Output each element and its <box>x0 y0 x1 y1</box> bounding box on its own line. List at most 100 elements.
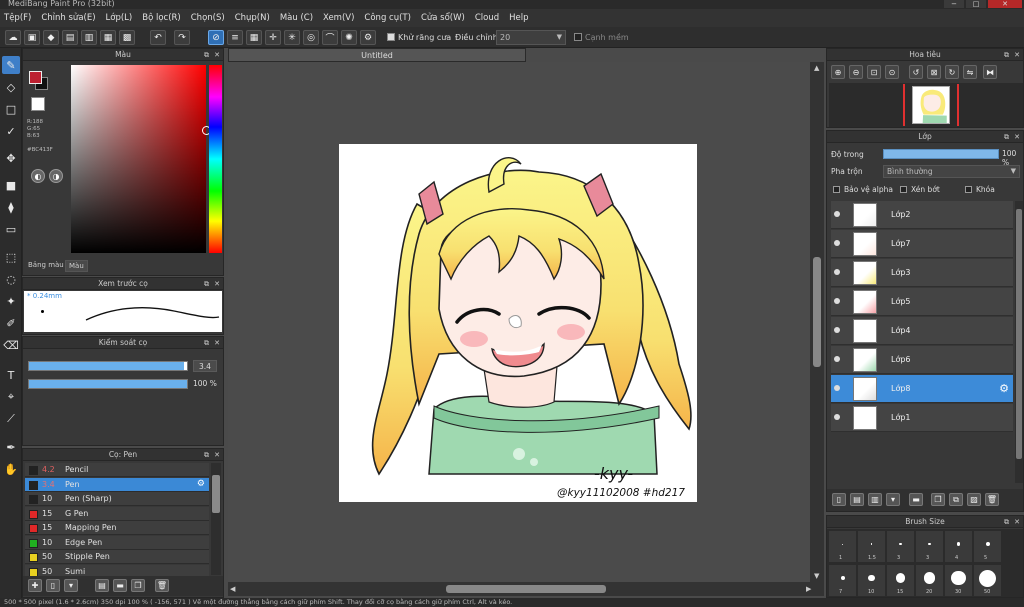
eyedropper-icon[interactable]: ✒ <box>2 438 20 456</box>
soft-edge-checkbox[interactable] <box>574 33 582 41</box>
gradient-tool-icon[interactable]: ▭ <box>2 220 20 238</box>
eye-icon[interactable] <box>834 356 840 362</box>
rotate-left-icon[interactable]: ↺ <box>909 65 923 79</box>
eye-icon[interactable] <box>834 269 840 275</box>
menu-help[interactable]: Help <box>509 13 528 23</box>
minimize-button[interactable]: − <box>944 0 964 8</box>
brush-size-value[interactable]: 3.4 <box>193 360 217 372</box>
copy-brush-icon[interactable]: ▤ <box>95 579 109 592</box>
close-icon[interactable]: ✕ <box>1014 516 1020 528</box>
layer-row[interactable]: Lớp4 <box>831 317 1013 345</box>
menu-cloud[interactable]: Cloud <box>475 13 499 23</box>
snap-curve-icon[interactable]: ⌒ <box>322 30 338 45</box>
zoom-out-icon[interactable]: ⊖ <box>849 65 863 79</box>
snap-circle-icon[interactable]: ◎ <box>303 30 319 45</box>
protect-alpha-checkbox[interactable] <box>833 186 840 193</box>
merge-layer-icon[interactable]: ⧉ <box>949 493 963 506</box>
brush-size-cell[interactable]: 7 <box>829 565 856 596</box>
adjust-select[interactable]: 20 ▼ <box>496 30 566 45</box>
brush-item[interactable]: 15 Mapping Pen <box>25 521 209 535</box>
menu-tools[interactable]: Công cụ(T) <box>364 13 411 23</box>
menu-color[interactable]: Màu (C) <box>280 13 313 23</box>
brush-item[interactable]: 3.4 Pen ⚙ <box>25 477 209 492</box>
operation-tool-icon[interactable]: ⌖ <box>2 388 20 406</box>
snap-grid-icon[interactable]: ▦ <box>246 30 262 45</box>
eye-icon[interactable] <box>834 414 840 420</box>
popout-icon[interactable]: ⧉ <box>1004 516 1009 528</box>
layer-row[interactable]: Lớp3 <box>831 259 1013 287</box>
snap-settings-icon[interactable]: ⚙ <box>360 30 376 45</box>
shape-tool-icon[interactable]: ■ <box>2 176 20 194</box>
brush-size-cell[interactable]: 50 <box>974 565 1001 596</box>
brush-size-slider[interactable] <box>28 361 188 371</box>
eraser-tool-icon[interactable]: ◇ <box>2 78 20 96</box>
hue-slider[interactable] <box>209 65 222 253</box>
close-icon[interactable]: ✕ <box>214 337 220 349</box>
gear-icon[interactable]: ⚙ <box>197 479 205 489</box>
saturation-value-picker[interactable] <box>71 65 211 253</box>
lasso-tool-icon[interactable]: ◌ <box>2 270 20 288</box>
close-icon[interactable]: ✕ <box>214 49 220 61</box>
popout-icon[interactable]: ⧉ <box>204 337 209 349</box>
brush-size-cell[interactable]: 3 <box>887 531 914 562</box>
eye-icon[interactable] <box>834 240 840 246</box>
clipping-checkbox[interactable] <box>900 186 907 193</box>
canvas-vertical-scrollbar[interactable]: ▲ ▼ <box>810 62 824 582</box>
close-icon[interactable]: ✕ <box>214 278 220 290</box>
new-brush-icon[interactable]: ▯ <box>46 579 60 592</box>
save-icon[interactable]: ▣ <box>24 30 40 45</box>
foreground-color-swatch[interactable] <box>29 71 42 84</box>
move-tool-icon[interactable]: ✥ <box>2 149 20 167</box>
eye-icon[interactable] <box>834 385 840 391</box>
transparent-swatch[interactable] <box>31 97 45 111</box>
blend-mode-select[interactable]: Bình thường ▼ <box>883 165 1020 178</box>
layer-menu-icon[interactable]: ▾ <box>886 493 900 506</box>
maximize-button[interactable]: □ <box>966 0 986 8</box>
fit-icon[interactable]: ⊡ <box>867 65 881 79</box>
brush-size-cell[interactable]: 3 <box>916 531 943 562</box>
brush-size-cell[interactable]: 20 <box>916 565 943 596</box>
eye-icon[interactable] <box>834 327 840 333</box>
popout-icon[interactable]: ⧉ <box>1004 131 1009 143</box>
brush-size-cell[interactable]: 1 <box>829 531 856 562</box>
new-8bit-layer-icon[interactable]: ▥ <box>868 493 882 506</box>
page-icon[interactable]: ▥ <box>81 30 97 45</box>
brush-item[interactable]: 50 Stipple Pen <box>25 550 209 564</box>
menu-edit[interactable]: Chỉnh sửa(E) <box>41 13 95 23</box>
dialog-icon[interactable]: ▤ <box>62 30 78 45</box>
layer-row[interactable]: Lớp1 <box>831 404 1013 432</box>
snap-gear-icon[interactable]: ✺ <box>341 30 357 45</box>
magic-wand-icon[interactable]: ✦ <box>2 292 20 310</box>
snap-off-icon[interactable]: ⊘ <box>208 30 224 45</box>
zoom-in-icon[interactable]: ⊕ <box>831 65 845 79</box>
scroll-thumb[interactable] <box>1016 209 1022 459</box>
brush-size-cell[interactable]: 15 <box>887 565 914 596</box>
new-halftone-layer-icon[interactable]: ▤ <box>850 493 864 506</box>
scroll-left-icon[interactable]: ◀ <box>230 585 235 593</box>
popout-icon[interactable]: ⧉ <box>1004 49 1009 61</box>
close-icon[interactable]: ✕ <box>1014 131 1020 143</box>
popout-icon[interactable]: ⧉ <box>204 449 209 461</box>
snap-radial-icon[interactable]: ✳ <box>284 30 300 45</box>
rotate-right-icon[interactable]: ↻ <box>945 65 959 79</box>
scroll-up-icon[interactable]: ▲ <box>814 64 819 72</box>
add-brush-icon[interactable]: ✚ <box>28 579 42 592</box>
menu-select[interactable]: Chọn(S) <box>191 13 225 23</box>
select-pen-icon[interactable]: ✐ <box>2 314 20 332</box>
layer-row[interactable]: Lớp7 <box>831 230 1013 258</box>
folder-icon[interactable]: ▬ <box>113 579 127 592</box>
brush-item[interactable]: 10 Edge Pen <box>25 535 209 550</box>
delete-layer-icon[interactable]: 🗑 <box>985 493 999 506</box>
brush-item[interactable]: 10 Pen (Sharp) <box>25 492 209 506</box>
undo-icon[interactable]: ↶ <box>150 30 166 45</box>
layer-scrollbar[interactable] <box>1015 201 1023 483</box>
select-eraser-icon[interactable]: ⌫ <box>2 336 20 354</box>
actual-size-icon[interactable]: ⊙ <box>885 65 899 79</box>
scroll-right-icon[interactable]: ▶ <box>806 585 811 593</box>
navigator-preview[interactable] <box>829 83 1023 127</box>
snap-cross-icon[interactable]: ✛ <box>265 30 281 45</box>
brush-menu-icon[interactable]: ▾ <box>64 579 78 592</box>
flip-icon[interactable]: ⇋ <box>963 65 977 79</box>
brush-tool-icon[interactable]: ✎ <box>2 56 20 74</box>
popout-icon[interactable]: ⧉ <box>204 278 209 290</box>
